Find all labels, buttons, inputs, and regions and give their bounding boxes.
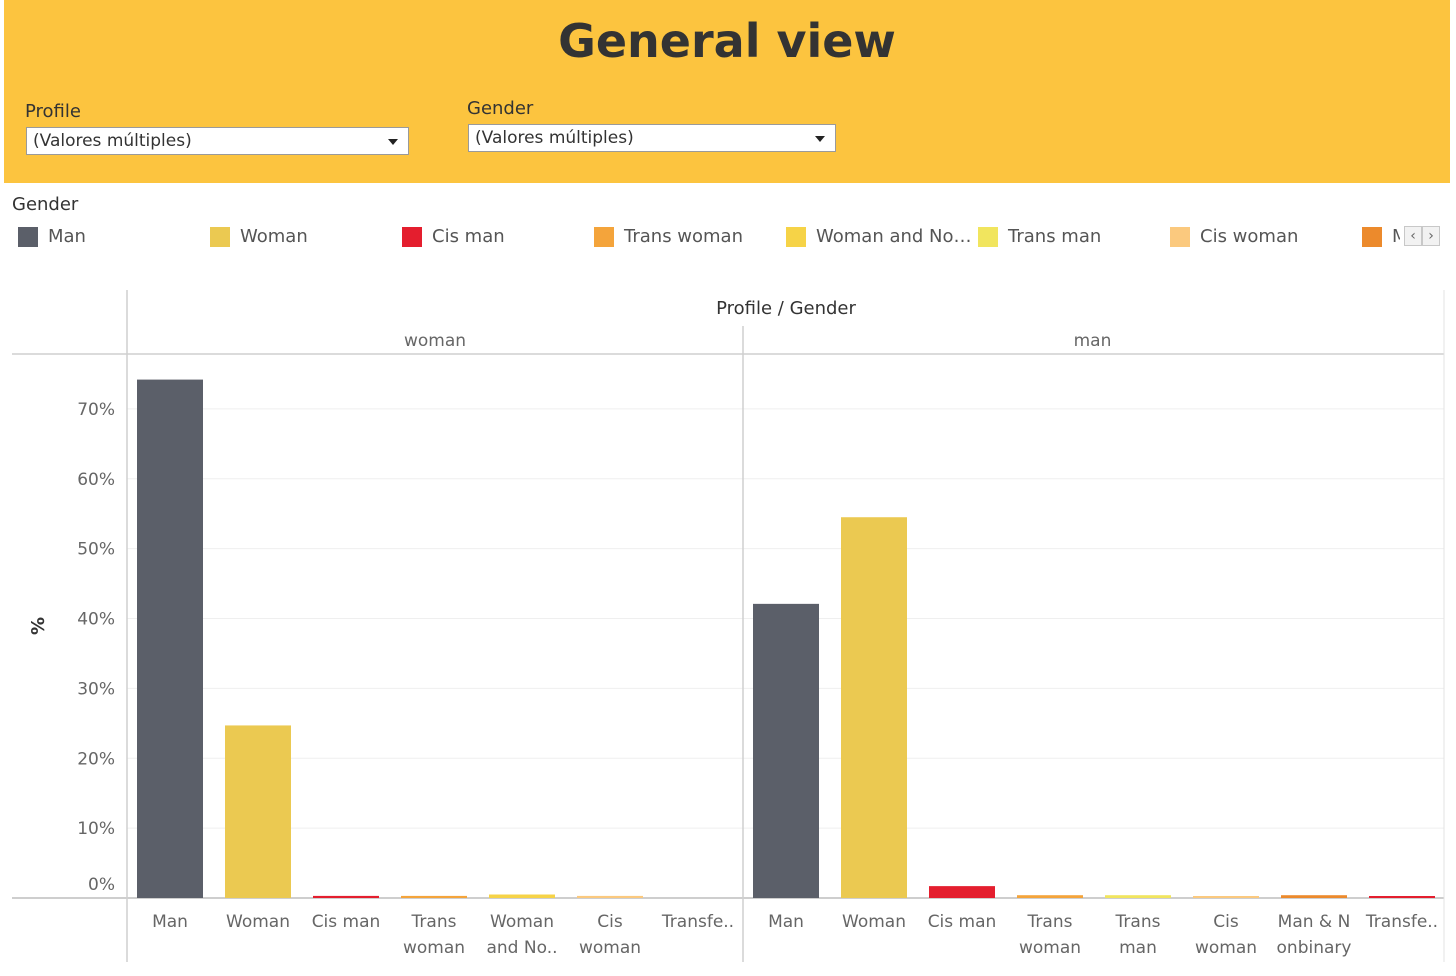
panel-title: woman: [404, 331, 466, 351]
x-tick-label: Woman: [842, 912, 906, 932]
y-tick-label: 40%: [77, 610, 115, 630]
y-tick-label: 30%: [77, 679, 115, 699]
x-tick-label: woman: [403, 938, 465, 958]
legend-title: Gender: [12, 194, 79, 215]
chevron-down-icon: [388, 139, 398, 145]
x-tick-label: woman: [579, 938, 641, 958]
legend-label: Man: [48, 226, 86, 247]
gender-filter-value: (Valores múltiples): [475, 128, 634, 148]
x-tick-label: woman: [1195, 938, 1257, 958]
page-title: General view: [558, 14, 896, 68]
bar: [929, 886, 995, 898]
legend-swatch: [402, 227, 422, 247]
legend-label: Man & Nonbinary: [1392, 226, 1400, 247]
legend-swatch: [210, 227, 230, 247]
x-tick-label: Transfe..: [1365, 912, 1438, 932]
bar: [841, 517, 907, 898]
chart-header: Profile / Gender: [716, 298, 856, 319]
bar: [1193, 896, 1259, 898]
x-tick-label: Man: [152, 912, 188, 932]
x-tick-label: Trans: [1115, 912, 1161, 932]
y-tick-label: 60%: [77, 470, 115, 490]
bar: [313, 895, 379, 898]
dashboard-header: General view Profile (Valores múltiples)…: [4, 0, 1450, 183]
x-tick-label: Cis man: [928, 912, 997, 932]
bar: [137, 379, 203, 898]
bar: [1017, 895, 1083, 898]
legend-swatch: [594, 227, 614, 247]
x-tick-label: Trans: [411, 912, 457, 932]
bar: [577, 895, 643, 898]
y-tick-label: 50%: [77, 540, 115, 560]
x-tick-label: Cis man: [312, 912, 381, 932]
x-tick-label: woman: [1019, 938, 1081, 958]
profile-filter-value: (Valores múltiples): [33, 131, 192, 151]
legend-label: Cis man: [432, 226, 505, 247]
legend-item-man-and-nonbinary[interactable]: Man & Nonbinary: [1362, 225, 1400, 249]
x-tick-label: Woman: [490, 912, 554, 932]
bar: [225, 725, 291, 898]
y-tick-label: 70%: [77, 400, 115, 420]
x-tick-label: Woman: [226, 912, 290, 932]
x-tick-label: Man: [768, 912, 804, 932]
x-tick-label: Cis: [1213, 912, 1239, 932]
y-tick-label: 0%: [88, 875, 115, 895]
legend-label: Woman and No…: [816, 226, 972, 247]
legend-swatch: [786, 227, 806, 247]
y-tick-label: 20%: [77, 749, 115, 769]
bar: [401, 895, 467, 898]
bar: [753, 603, 819, 898]
y-tick-label: 10%: [77, 819, 115, 839]
gender-legend: Man Woman Cis man Trans woman Woman and …: [0, 215, 1400, 255]
legend-swatch: [1362, 227, 1382, 247]
chevron-right-icon[interactable]: ›: [1422, 226, 1440, 246]
x-tick-label: Transfe..: [661, 912, 734, 932]
x-tick-label: Trans: [1027, 912, 1073, 932]
chevron-left-icon[interactable]: ‹: [1404, 226, 1422, 246]
legend-label: Woman: [240, 226, 308, 247]
y-axis-label: %: [28, 617, 49, 635]
legend-label: Trans man: [1008, 226, 1102, 247]
chevron-down-icon: [815, 136, 825, 142]
profile-filter-label: Profile: [25, 101, 81, 122]
panel-title: man: [1074, 331, 1112, 351]
bar: [1369, 896, 1435, 898]
x-tick-label: and No..: [486, 938, 557, 958]
legend-label: Trans woman: [624, 226, 743, 247]
x-tick-label: Man & N: [1278, 912, 1351, 932]
legend-swatch: [978, 227, 998, 247]
bar: [1105, 895, 1171, 898]
legend-swatch: [18, 227, 38, 247]
profile-filter-select[interactable]: (Valores múltiples): [26, 127, 409, 155]
legend-swatch: [1170, 227, 1190, 247]
gender-filter-select[interactable]: (Valores múltiples): [468, 124, 836, 152]
legend-label: Cis woman: [1200, 226, 1299, 247]
gender-filter-label: Gender: [467, 98, 534, 119]
bar: [489, 894, 555, 898]
x-tick-label: onbinary: [1277, 938, 1352, 958]
x-tick-label: man: [1119, 938, 1157, 958]
x-tick-label: Cis: [597, 912, 623, 932]
bar: [1281, 895, 1347, 898]
